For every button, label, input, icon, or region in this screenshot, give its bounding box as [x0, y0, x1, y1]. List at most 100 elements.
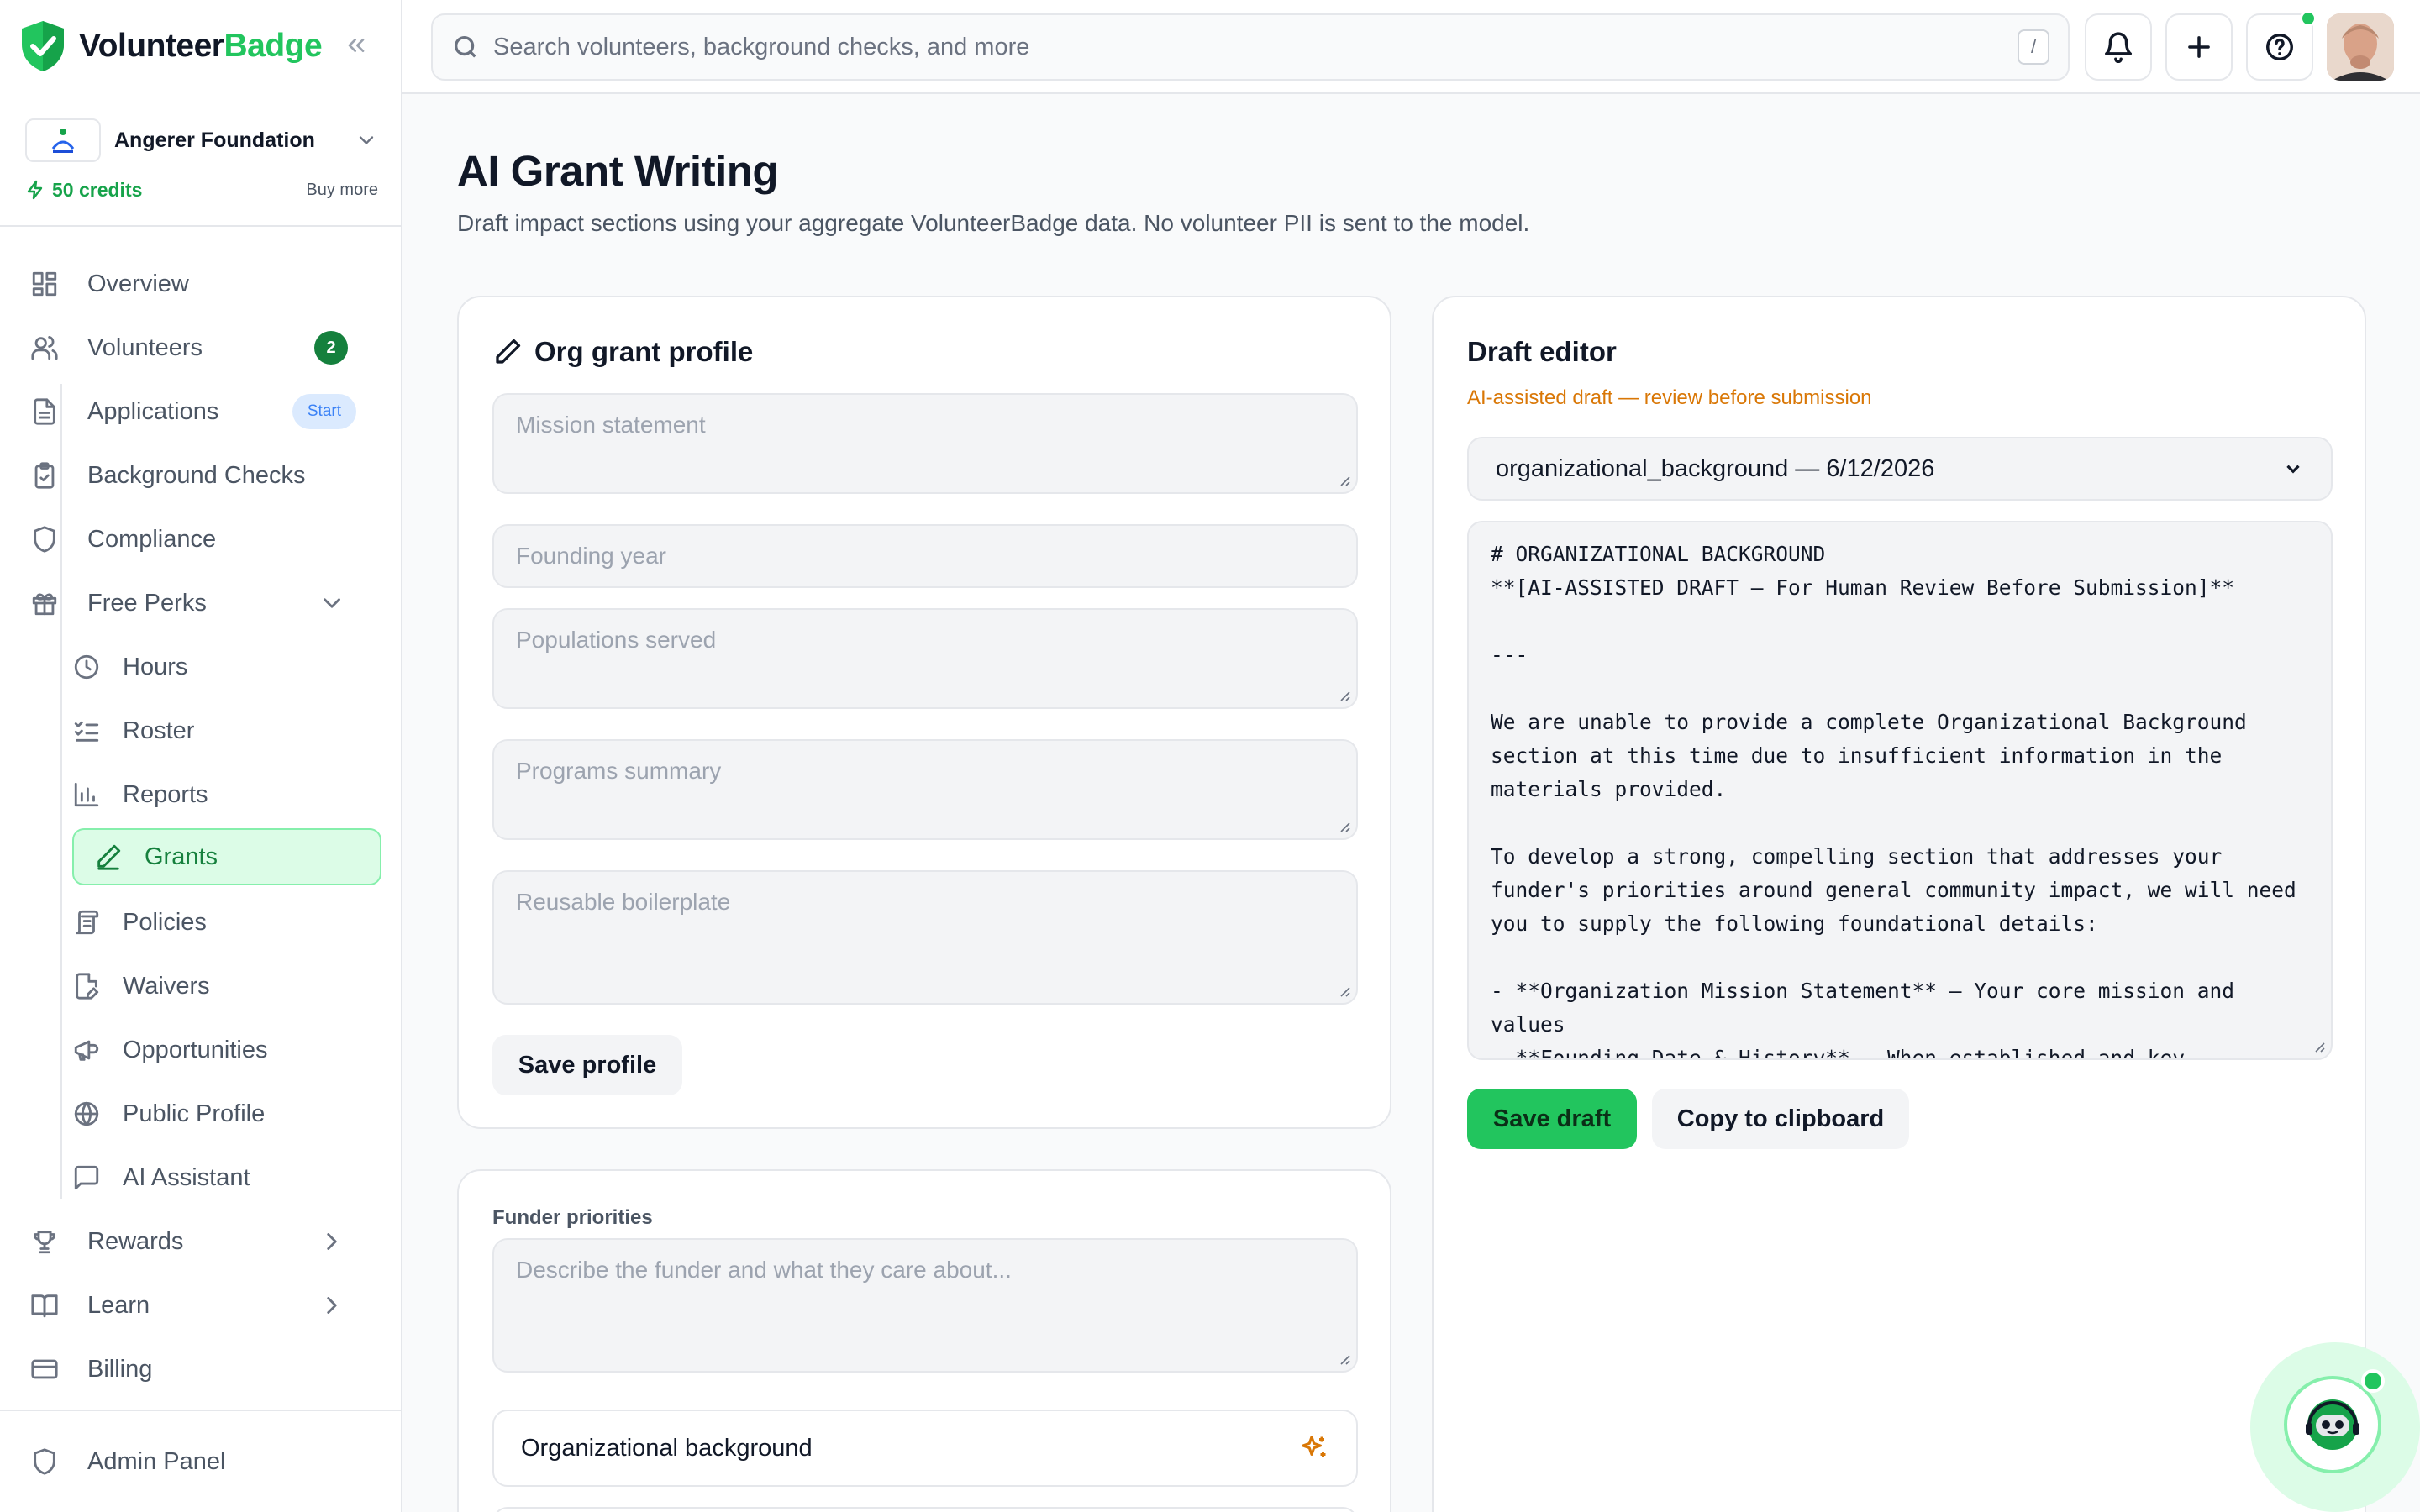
clock-icon — [74, 654, 99, 680]
nav-ai-assistant[interactable]: AI Assistant — [72, 1149, 381, 1206]
search-icon — [454, 35, 476, 58]
shield-icon — [34, 1448, 55, 1475]
brand-name: VolunteerBadge — [79, 28, 323, 64]
checklist-icon — [74, 721, 99, 742]
nav-learn[interactable]: Learn — [30, 1277, 381, 1334]
nav-background-checks[interactable]: Background Checks — [30, 447, 381, 504]
funder-priorities-card: Funder priorities Describe the funder an… — [457, 1169, 1392, 1512]
clipboard-check-icon — [34, 462, 55, 489]
sidebar: VolunteerBadge Angerer Foundation 50 cre… — [0, 0, 402, 1512]
trophy-icon — [34, 1231, 55, 1254]
nav-applications[interactable]: Applications Start — [30, 383, 381, 440]
funder-priorities-field[interactable]: Describe the funder and what they care a… — [492, 1238, 1358, 1373]
nav-volunteers[interactable]: Volunteers 2 — [30, 319, 381, 376]
card-title: Draft editor — [1467, 336, 1617, 367]
nav-policies[interactable]: Policies — [72, 894, 381, 951]
dashboard-icon — [32, 271, 57, 297]
users-icon — [31, 335, 58, 360]
section-option[interactable] — [492, 1507, 1358, 1512]
ai-draft-warning: AI-assisted draft — review before submis… — [1467, 386, 1872, 409]
nav-hours[interactable]: Hours — [72, 638, 381, 696]
book-icon — [31, 1294, 58, 1318]
scroll-icon — [76, 910, 99, 935]
resize-handle-icon[interactable] — [2312, 1040, 2326, 1053]
search-input[interactable] — [493, 33, 2018, 61]
chevron-down-icon — [2286, 465, 2300, 474]
pen-icon — [97, 844, 121, 870]
status-dot — [2300, 10, 2317, 27]
resize-handle-icon[interactable] — [1338, 820, 1351, 833]
shield-icon — [34, 526, 55, 553]
nav-grants[interactable]: Grants — [72, 828, 381, 885]
gift-icon — [32, 593, 57, 616]
page-title: AI Grant Writing — [457, 147, 779, 195]
reusable-boilerplate-field[interactable]: Reusable boilerplate — [492, 870, 1358, 1005]
chevron-down-icon — [359, 136, 374, 145]
globe-icon — [74, 1101, 99, 1126]
nav-reports[interactable]: Reports — [72, 766, 381, 823]
bar-chart-icon — [74, 782, 99, 807]
founding-year-field[interactable]: Founding year — [492, 524, 1358, 588]
nav-billing[interactable]: Billing — [30, 1341, 381, 1398]
page-subtitle: Draft impact sections using your aggrega… — [457, 210, 1530, 236]
chat-icon — [74, 1165, 99, 1190]
document-icon — [34, 398, 55, 425]
nav-compliance[interactable]: Compliance — [30, 511, 381, 568]
credit-card-icon — [31, 1359, 58, 1379]
resize-handle-icon[interactable] — [1338, 474, 1351, 487]
robot-headset-icon — [2306, 1399, 2360, 1450]
top-bar: / — [402, 0, 2420, 94]
credits-balance: 50 credits — [25, 179, 306, 202]
resize-handle-icon[interactable] — [1338, 689, 1351, 702]
bell-icon — [2105, 32, 2132, 63]
org-logo — [25, 118, 101, 162]
brand-logo[interactable]: VolunteerBadge — [18, 18, 323, 74]
copy-to-clipboard-button[interactable]: Copy to clipboard — [1652, 1089, 1909, 1149]
funder-priorities-label: Funder priorities — [492, 1206, 653, 1229]
draft-content: # ORGANIZATIONAL BACKGROUND **[AI-ASSIST… — [1491, 542, 2296, 1060]
nav-admin-panel[interactable]: Admin Panel — [30, 1433, 381, 1490]
buy-more-link[interactable]: Buy more — [306, 181, 378, 200]
collapse-sidebar-icon[interactable] — [343, 32, 370, 59]
populations-served-field[interactable]: Populations served — [492, 608, 1358, 709]
avatar[interactable] — [2327, 13, 2394, 81]
chevron-right-icon — [327, 1233, 337, 1250]
org-name: Angerer Foundation — [114, 128, 315, 152]
nav-waivers[interactable]: Waivers — [72, 958, 381, 1015]
divider — [0, 1410, 402, 1411]
resize-handle-icon[interactable] — [1338, 984, 1351, 998]
megaphone-icon — [74, 1040, 99, 1061]
save-draft-button[interactable]: Save draft — [1467, 1089, 1637, 1149]
sparkles-icon — [1302, 1436, 1326, 1457]
search-bar[interactable]: / — [431, 13, 2070, 81]
nav-free-perks[interactable]: Free Perks — [30, 575, 381, 632]
applications-start-badge: Start — [292, 394, 356, 429]
notifications-button[interactable] — [2085, 13, 2152, 81]
nav-roster[interactable]: Roster — [72, 702, 381, 759]
mission-statement-field[interactable]: Mission statement — [492, 393, 1358, 494]
nav-public-profile[interactable]: Public Profile — [72, 1085, 381, 1142]
help-circle-icon — [2266, 34, 2293, 60]
resize-handle-icon[interactable] — [1338, 1352, 1351, 1366]
plus-icon — [2188, 36, 2210, 58]
chevron-right-icon — [327, 1297, 337, 1314]
draft-text-editor[interactable]: # ORGANIZATIONAL BACKGROUND **[AI-ASSIST… — [1467, 521, 2333, 1060]
org-select[interactable]: Angerer Foundation — [25, 116, 378, 165]
submenu-line — [60, 384, 62, 1199]
search-shortcut-key: / — [2018, 29, 2049, 65]
chevron-down-icon — [324, 598, 340, 608]
help-button[interactable] — [2246, 10, 2317, 81]
org-switcher: Angerer Foundation 50 credits Buy more — [25, 116, 378, 205]
shield-check-logo-icon — [22, 21, 64, 71]
section-option-organizational-background[interactable]: Organizational background — [492, 1410, 1358, 1487]
org-grant-profile-card: Org grant profile Mission statement Foun… — [457, 296, 1392, 1129]
create-new-button[interactable] — [2165, 13, 2233, 81]
volunteers-count-badge: 2 — [314, 331, 348, 365]
nav-rewards[interactable]: Rewards — [30, 1213, 381, 1270]
programs-summary-field[interactable]: Programs summary — [492, 739, 1358, 840]
save-profile-button[interactable]: Save profile — [492, 1035, 682, 1095]
card-title: Org grant profile — [492, 336, 753, 368]
nav-opportunities[interactable]: Opportunities — [72, 1021, 381, 1079]
nav-overview[interactable]: Overview — [30, 255, 381, 312]
draft-version-select[interactable]: organizational_background — 6/12/2026 — [1467, 437, 2333, 501]
